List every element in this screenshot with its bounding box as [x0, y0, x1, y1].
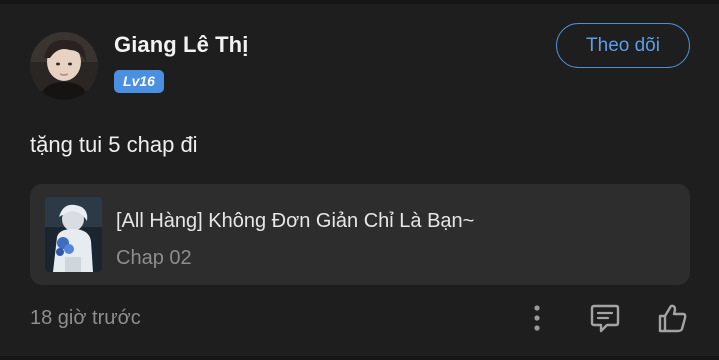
manga-chapter: Chap 02 — [116, 247, 192, 269]
divider-bottom — [0, 356, 719, 360]
more-vertical-icon[interactable] — [519, 300, 555, 336]
level-badge: Lv16 — [114, 70, 164, 93]
avatar-image — [30, 32, 98, 100]
comment-icon[interactable] — [587, 300, 623, 336]
comment-text: tặng tui 5 chap đi — [30, 132, 198, 157]
manga-cover-image — [45, 197, 102, 272]
follow-button[interactable]: Theo dõi — [556, 23, 690, 68]
divider-top — [0, 0, 719, 4]
manga-title: [All Hàng] Không Đơn Giản Chỉ Là Bạn~ — [116, 210, 475, 232]
manga-thumbnail — [45, 197, 102, 272]
thumbs-up-icon[interactable] — [654, 300, 690, 336]
user-name[interactable]: Giang Lê Thị — [114, 32, 248, 58]
comment-card: Giang Lê Thị Lv16 Theo dõi tặng tui 5 ch… — [0, 0, 719, 360]
avatar[interactable] — [30, 32, 98, 100]
comment-timestamp: 18 giờ trước — [30, 307, 141, 329]
manga-link-card[interactable]: [All Hàng] Không Đơn Giản Chỉ Là Bạn~ Ch… — [30, 184, 690, 285]
